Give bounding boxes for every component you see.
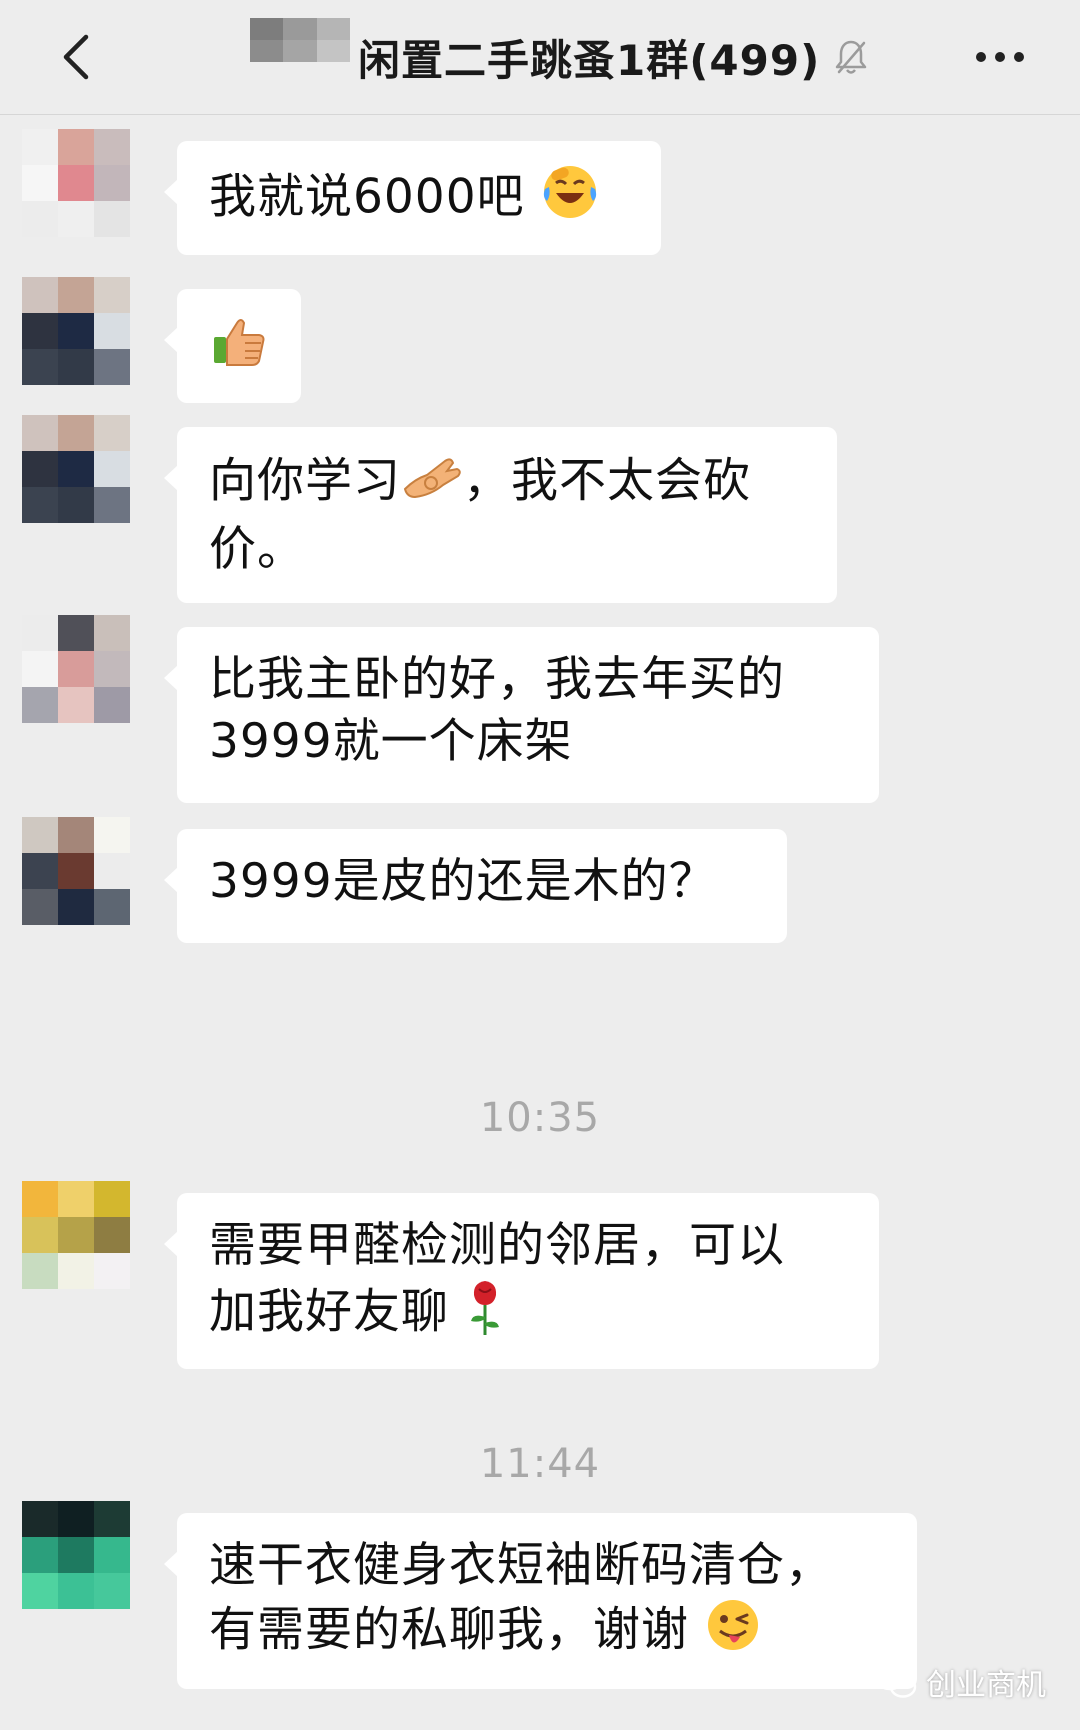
chat-title-area: 闲置二手跳蚤1群(499) [250, 18, 870, 94]
message-text: 比我主卧的好，我去年买的 [209, 652, 785, 707]
message-bubble[interactable]: 向你学习 ，我不太会砍 价。 [164, 427, 837, 603]
message-bubble[interactable]: 速干衣健身衣短袖断码清仓， 有需要的私聊我，谢谢 [164, 1513, 917, 1689]
message-bubble[interactable]: 需要甲醛检测的邻居，可以 加我好友聊 [164, 1193, 879, 1369]
message-text: 3999就一个床架 [209, 714, 573, 769]
message-text: ，我不太会砍 [463, 453, 751, 509]
avatar[interactable] [22, 1501, 130, 1609]
avatar[interactable] [22, 817, 130, 925]
message-text: 加我好友聊 [209, 1284, 449, 1340]
chevron-left-icon [63, 34, 89, 80]
message-text: 3999是皮的还是木的？ [209, 854, 717, 909]
message-bubble[interactable] [164, 289, 301, 403]
thumbs-up-emoji [209, 311, 269, 387]
message-timestamp: 10:35 [479, 1095, 601, 1141]
laugh-cry-emoji [541, 163, 599, 237]
redacted-name-blur [250, 18, 350, 62]
avatar[interactable] [22, 1181, 130, 1289]
message-bubble[interactable]: 我就说6000吧 [164, 141, 661, 255]
avatar[interactable] [22, 615, 130, 723]
message-text: 需要甲醛检测的邻居，可以 [209, 1218, 785, 1273]
message-text: 有需要的私聊我，谢谢 [209, 1602, 689, 1658]
message-text: 价。 [209, 522, 305, 577]
watermark: 创业商机 [874, 1660, 1046, 1704]
avatar[interactable] [22, 129, 130, 237]
rose-emoji [465, 1277, 505, 1353]
chat-title: 闲置二手跳蚤1群(499) [358, 35, 821, 85]
message-text: 速干衣健身衣短袖断码清仓， [209, 1538, 833, 1593]
bell-off-icon [832, 37, 870, 77]
chat-message-list[interactable]: 我就说6000吧 向你学习 ，我不太会砍 价。 比我主卧的好，我去年买的 399… [0, 115, 1080, 1730]
message-text: 我就说6000吧 [209, 169, 525, 225]
more-options-button[interactable] [960, 30, 1040, 84]
avatar[interactable] [22, 415, 130, 523]
chat-header: 闲置二手跳蚤1群(499) [0, 0, 1080, 115]
avatar[interactable] [22, 277, 130, 385]
wechat-logo-icon [874, 1665, 917, 1698]
ok-hand-emoji [401, 449, 463, 519]
message-bubble[interactable]: 比我主卧的好，我去年买的 3999就一个床架 [164, 627, 879, 803]
message-text: 向你学习 [209, 453, 401, 509]
back-button[interactable] [40, 22, 110, 92]
more-dots-icon [976, 52, 1024, 62]
wink-tongue-emoji [705, 1597, 761, 1669]
watermark-text: 创业商机 [926, 1668, 1046, 1703]
message-bubble[interactable]: 3999是皮的还是木的？ [164, 829, 787, 943]
message-timestamp: 11:44 [479, 1441, 601, 1487]
